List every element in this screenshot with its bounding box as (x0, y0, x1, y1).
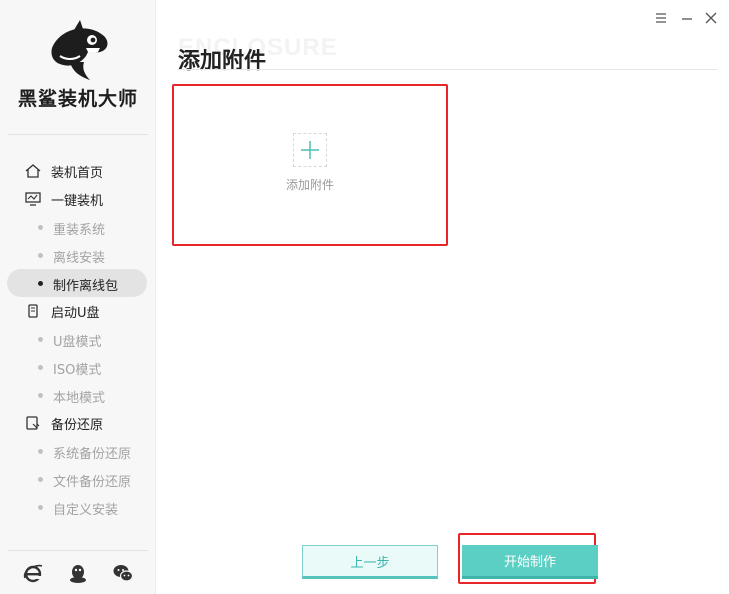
menu-icon[interactable] (653, 10, 669, 26)
sidebar-item-file-backup[interactable]: 文件备份还原 (0, 465, 156, 493)
sidebar-item-label: 自定义安装 (53, 503, 119, 518)
sidebar-item-home[interactable]: 装机首页 (0, 157, 156, 185)
sidebar-item-label: 备份还原 (51, 418, 104, 433)
shark-logo-icon (51, 20, 108, 80)
add-attachment-area[interactable]: 添加附件 (172, 84, 448, 246)
ie-browser-icon[interactable] (22, 562, 44, 584)
sidebar-item-make-offline-package[interactable]: 制作离线包 (0, 269, 156, 297)
sidebar-item-label: 文件备份还原 (53, 475, 132, 490)
sidebar-item-backup-restore[interactable]: 备份还原 (0, 409, 156, 437)
sidebar-nav: 装机首页 一键装机 重装系统 离线安装 制作离线包 启动U盘 U盘模式 ISO模… (0, 157, 156, 521)
sidebar-bottom-icons (0, 562, 156, 590)
plus-icon (301, 141, 319, 159)
bullet-dot (38, 477, 43, 482)
sidebar-item-boot-usb[interactable]: 启动U盘 (0, 297, 156, 325)
sidebar-item-label: 一键装机 (51, 194, 104, 209)
monitor-icon (25, 192, 41, 206)
sidebar-item-label: 制作离线包 (53, 279, 119, 294)
sidebar-item-label: ISO模式 (53, 363, 102, 378)
sidebar-item-label: 本地模式 (53, 391, 106, 406)
bullet-dot (38, 505, 43, 510)
sidebar-divider (8, 550, 148, 551)
start-making-button[interactable]: 开始制作 (462, 545, 598, 579)
previous-step-button[interactable]: 上一步 (302, 545, 438, 579)
sidebar-item-iso-mode[interactable]: ISO模式 (0, 353, 156, 381)
usb-icon (28, 304, 38, 318)
sidebar-item-custom-install[interactable]: 自定义安装 (0, 493, 156, 521)
sidebar-item-reinstall-system[interactable]: 重装系统 (0, 213, 156, 241)
sidebar-item-usb-mode[interactable]: U盘模式 (0, 325, 156, 353)
sidebar-item-one-click-install[interactable]: 一键装机 (0, 185, 156, 213)
sidebar: 黑鲨装机大师 装机首页 一键装机 重装系统 离线安装 制作离线包 启动U盘 U盘… (0, 0, 156, 594)
sidebar-item-label: 系统备份还原 (53, 447, 132, 462)
page-title: 添加附件 (178, 49, 267, 74)
bullet-dot (38, 365, 43, 370)
backup-icon (26, 416, 40, 430)
add-attachment-button[interactable] (293, 133, 327, 167)
home-icon (25, 164, 41, 178)
bullet-dot (38, 225, 43, 230)
brand-name: 黑鲨装机大师 (17, 88, 138, 110)
close-icon[interactable] (703, 10, 719, 26)
sidebar-divider (8, 134, 148, 135)
wechat-icon[interactable] (112, 562, 134, 584)
sidebar-item-system-backup[interactable]: 系统备份还原 (0, 437, 156, 465)
sidebar-item-label: U盘模式 (53, 335, 102, 350)
add-attachment-label: 添加附件 (285, 178, 334, 192)
qq-icon[interactable] (67, 562, 89, 584)
sidebar-item-local-mode[interactable]: 本地模式 (0, 381, 156, 409)
bullet-dot (38, 337, 43, 342)
sidebar-item-label: 装机首页 (51, 166, 104, 181)
sidebar-item-label: 重装系统 (53, 223, 106, 238)
sidebar-item-offline-install[interactable]: 离线安装 (0, 241, 156, 269)
bullet-dot (38, 393, 43, 398)
sidebar-item-label: 离线安装 (53, 251, 106, 266)
title-divider (177, 69, 717, 70)
bullet-dot (38, 281, 43, 286)
sidebar-item-label: 启动U盘 (51, 306, 100, 321)
minimize-icon[interactable] (679, 10, 695, 26)
bullet-dot (38, 449, 43, 454)
bullet-dot (38, 253, 43, 258)
